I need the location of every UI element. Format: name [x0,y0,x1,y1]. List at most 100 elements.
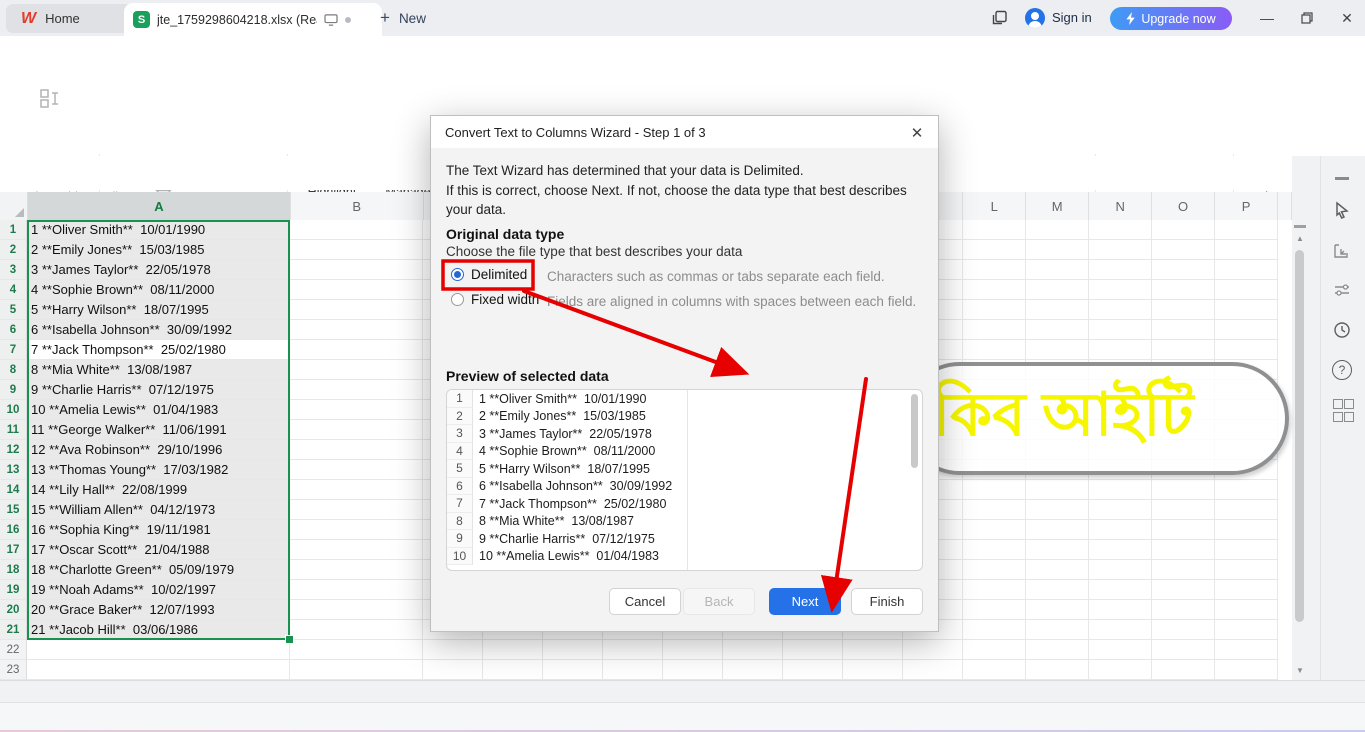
cell-P5[interactable] [1215,300,1278,320]
cell-A14[interactable]: 14 **Lily Hall** 22/08/1999 [27,480,290,500]
cell-P1[interactable] [1215,220,1278,240]
cell-B19[interactable] [290,580,423,600]
avatar[interactable] [1025,8,1045,28]
cell-B6[interactable] [290,320,423,340]
cell-P21[interactable] [1215,620,1278,640]
cell-A10[interactable]: 10 **Amelia Lewis** 01/04/1983 [27,400,290,420]
cell-P20[interactable] [1215,600,1278,620]
cell-A17[interactable]: 17 **Oscar Scott** 21/04/1988 [27,540,290,560]
cell-N7[interactable] [1089,340,1152,360]
tab-switcher-icon[interactable] [992,10,1008,26]
row-header-21[interactable]: 21 [0,620,27,640]
row-header-13[interactable]: 13 [0,460,27,480]
cell-D23[interactable] [483,660,543,680]
close-button[interactable]: ✕ [1330,0,1364,36]
help-icon[interactable]: ? [1330,358,1354,382]
cell-C22[interactable] [423,640,483,660]
split-handle[interactable] [1294,225,1306,228]
cell-O17[interactable] [1152,540,1215,560]
cell-B4[interactable] [290,280,423,300]
cell-G22[interactable] [663,640,723,660]
pivot-panel-icon[interactable] [1330,238,1354,262]
dialog-close-icon[interactable]: ✕ [906,123,928,143]
fill-handle[interactable] [285,635,294,644]
cell-L7[interactable] [963,340,1026,360]
cell-A7[interactable]: 7 **Jack Thompson** 25/02/1980 [27,340,290,360]
cell-M20[interactable] [1026,600,1089,620]
sign-in-button[interactable]: Sign in [1052,10,1092,25]
cell-M19[interactable] [1026,580,1089,600]
cell-A13[interactable]: 13 **Thomas Young** 17/03/1982 [27,460,290,480]
cell-M14[interactable] [1026,480,1089,500]
cell-P22[interactable] [1215,640,1278,660]
cell-O23[interactable] [1152,660,1215,680]
cell-P6[interactable] [1215,320,1278,340]
row-header-1[interactable]: 1 [0,220,27,240]
upgrade-now-button[interactable]: Upgrade now [1110,7,1232,30]
cell-A8[interactable]: 8 **Mia White** 13/08/1987 [27,360,290,380]
row-header-23[interactable]: 23 [0,660,27,680]
cell-A16[interactable]: 16 **Sophia King** 19/11/1981 [27,520,290,540]
cell-P18[interactable] [1215,560,1278,580]
cell-J22[interactable] [843,640,903,660]
settings-panel-icon[interactable] [1330,278,1354,302]
cell-N6[interactable] [1089,320,1152,340]
column-header-o[interactable]: O [1152,192,1215,220]
cell-B10[interactable] [290,400,423,420]
cell-A6[interactable]: 6 **Isabella Johnson** 30/09/1992 [27,320,290,340]
cell-O14[interactable] [1152,480,1215,500]
cell-O21[interactable] [1152,620,1215,640]
cell-M2[interactable] [1026,240,1089,260]
select-tool-icon[interactable] [1330,198,1354,222]
row-header-7[interactable]: 7 [0,340,27,360]
cell-B15[interactable] [290,500,423,520]
cell-M5[interactable] [1026,300,1089,320]
row-header-16[interactable]: 16 [0,520,27,540]
cell-O19[interactable] [1152,580,1215,600]
cell-O22[interactable] [1152,640,1215,660]
new-tab-button[interactable]: + New [380,8,426,28]
cell-L4[interactable] [963,280,1026,300]
row-header-10[interactable]: 10 [0,400,27,420]
cell-M21[interactable] [1026,620,1089,640]
row-header-2[interactable]: 2 [0,240,27,260]
cell-A20[interactable]: 20 **Grace Baker** 12/07/1993 [27,600,290,620]
cell-P15[interactable] [1215,500,1278,520]
cell-A19[interactable]: 19 **Noah Adams** 10/02/1997 [27,580,290,600]
row-header-20[interactable]: 20 [0,600,27,620]
column-header-n[interactable]: N [1089,192,1152,220]
cell-A5[interactable]: 5 **Harry Wilson** 18/07/1995 [27,300,290,320]
cell-N3[interactable] [1089,260,1152,280]
row-header-15[interactable]: 15 [0,500,27,520]
cell-A4[interactable]: 4 **Sophie Brown** 08/11/2000 [27,280,290,300]
cell-B5[interactable] [290,300,423,320]
row-header-11[interactable]: 11 [0,420,27,440]
cell-A3[interactable]: 3 **James Taylor** 22/05/1978 [27,260,290,280]
row-header-14[interactable]: 14 [0,480,27,500]
cell-P23[interactable] [1215,660,1278,680]
document-tab[interactable]: S jte_1759298604218.xlsx (Read- [124,3,382,36]
cell-A18[interactable]: 18 **Charlotte Green** 05/09/1979 [27,560,290,580]
cell-O5[interactable] [1152,300,1215,320]
cell-N17[interactable] [1089,540,1152,560]
cell-L2[interactable] [963,240,1026,260]
cell-N18[interactable] [1089,560,1152,580]
cell-L5[interactable] [963,300,1026,320]
vertical-scrollbar[interactable] [1295,250,1304,622]
cell-H23[interactable] [723,660,783,680]
cell-N23[interactable] [1089,660,1152,680]
cell-A15[interactable]: 15 **William Allen** 04/12/1973 [27,500,290,520]
row-header-22[interactable]: 22 [0,640,27,660]
cell-B17[interactable] [290,540,423,560]
cell-N14[interactable] [1089,480,1152,500]
cell-B9[interactable] [290,380,423,400]
cancel-button[interactable]: Cancel [609,588,681,615]
cell-G23[interactable] [663,660,723,680]
cell-M3[interactable] [1026,260,1089,280]
cell-O15[interactable] [1152,500,1215,520]
fixed-width-radio[interactable]: Fixed width [451,292,539,307]
cell-B13[interactable] [290,460,423,480]
cell-P19[interactable] [1215,580,1278,600]
cell-E23[interactable] [543,660,603,680]
cell-O18[interactable] [1152,560,1215,580]
